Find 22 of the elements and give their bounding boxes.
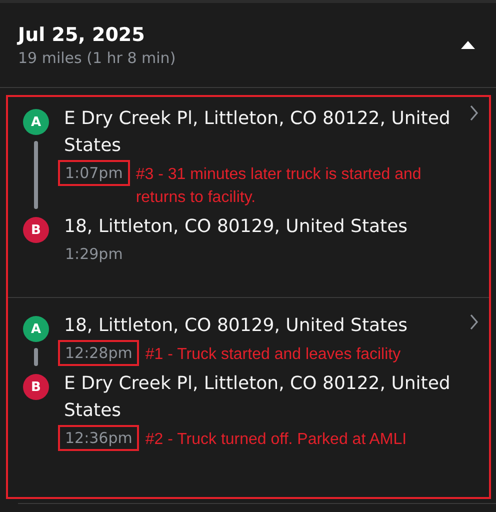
stop-time: 1:29pm xyxy=(64,244,124,265)
route-line xyxy=(34,348,38,366)
route-line xyxy=(34,141,38,209)
collapse-caret-icon[interactable] xyxy=(460,40,476,50)
annotation-note: #1 - Truck started and leaves facility xyxy=(145,345,401,365)
marker-badge: A xyxy=(23,316,49,342)
annotation-note: #2 - Truck turned off. Parked at AMLI xyxy=(145,430,407,450)
chevron-right-icon[interactable] xyxy=(469,314,479,330)
stop-address: E Dry Creek Pl, Littleton, CO 80122, United States xyxy=(64,372,452,423)
marker-badge: A xyxy=(23,109,49,135)
trip-summary: 19 miles (1 hr 8 min) xyxy=(18,48,176,66)
marker-badge: B xyxy=(23,217,49,243)
stop-time: 1:07pm xyxy=(58,160,130,186)
stop-address: 18, Littleton, CO 80129, United States xyxy=(64,314,409,338)
stop-time: 12:28pm xyxy=(58,340,140,366)
marker-badge: B xyxy=(23,374,49,400)
stop-address: 18, Littleton, CO 80129, United States xyxy=(64,215,409,239)
chevron-right-icon[interactable] xyxy=(469,105,479,121)
trip-date: Jul 25, 2025 xyxy=(18,24,146,46)
stop-address: E Dry Creek Pl, Littleton, CO 80122, United States xyxy=(64,107,452,158)
stop-time: 12:36pm xyxy=(58,425,140,451)
annotation-note: #3 - 31 minutes later truck is started and returns to facility. xyxy=(136,165,422,208)
